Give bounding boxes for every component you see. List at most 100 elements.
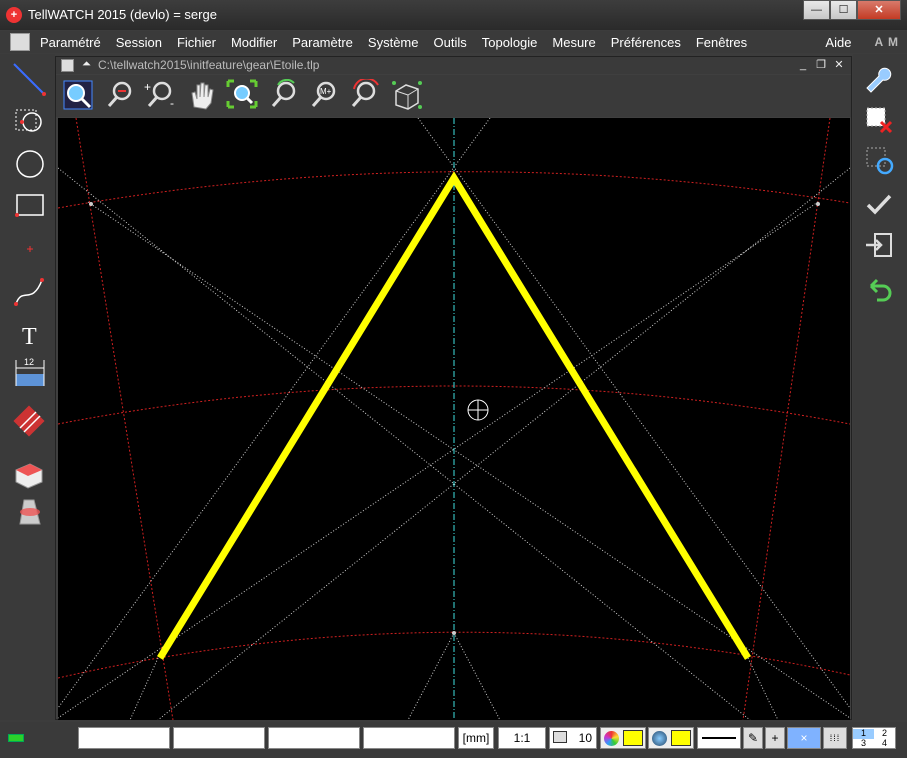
menu-outils[interactable]: Outils [434, 35, 467, 50]
undo-icon[interactable] [863, 274, 895, 306]
line-color-swatch [671, 730, 691, 746]
extrude-tool-icon[interactable] [10, 454, 50, 492]
viewport-3[interactable]: 3 [853, 738, 874, 749]
menu-bar: Paramétré Session Fichier Modifier Param… [0, 31, 907, 53]
document-path: C:\tellwatch2015\initfeature\gear\Etoile… [98, 58, 320, 72]
layer-count: 10 [578, 731, 592, 745]
app-logo-icon[interactable] [10, 33, 30, 51]
grid-dots-icon[interactable]: ⁞⁞⁞ [823, 727, 847, 749]
status-bar: [mm] 1:1 10 ✎ + × ⁞⁞⁞ 1 2 3 4 [0, 722, 907, 758]
menu-mesure[interactable]: Mesure [552, 35, 595, 50]
viewport-layout-selector[interactable]: 1 2 3 4 [852, 727, 896, 749]
layers-icon [553, 731, 567, 743]
spline-tool-icon[interactable] [10, 272, 50, 310]
zoom-memory-icon[interactable]: M+ [308, 79, 342, 111]
minimize-button[interactable]: — [803, 0, 830, 20]
zoom-fit-icon[interactable] [226, 79, 260, 111]
check-icon[interactable] [863, 188, 895, 220]
menu-parametre-2[interactable]: Paramètre [292, 35, 353, 50]
menu-topologie[interactable]: Topologie [482, 35, 538, 50]
maximize-button[interactable]: ☐ [830, 0, 857, 20]
document-restore-button[interactable]: ❐ [813, 58, 829, 72]
zoom-rotate-icon[interactable] [348, 77, 382, 111]
node-left [89, 202, 93, 206]
drawing-svg [57, 117, 851, 721]
swiss-cross-icon[interactable]: + [6, 7, 22, 23]
revolve-tool-icon[interactable] [10, 490, 50, 528]
zoom-out-icon[interactable] [104, 79, 138, 111]
construction-line-7 [407, 632, 455, 721]
document-close-button[interactable]: ✕ [831, 58, 847, 72]
hatch-tool-icon[interactable] [10, 402, 50, 440]
line-style-preview [702, 737, 736, 739]
document-titlebar: ⏶ C:\tellwatch2015\initfeature\gear\Etoi… [56, 57, 851, 74]
menu-systeme[interactable]: Système [368, 35, 419, 50]
delete-selection-icon[interactable] [863, 104, 895, 136]
close-button[interactable]: ✕ [857, 0, 901, 20]
menu-preferences[interactable]: Préférences [611, 35, 681, 50]
crosshair-cursor [467, 399, 489, 421]
construction-line-5 [417, 117, 851, 709]
node-right [816, 202, 820, 206]
line-tool-icon[interactable] [10, 60, 50, 98]
menu-modifier[interactable]: Modifier [231, 35, 277, 50]
right-toolbar [853, 54, 907, 720]
refresh-selection-icon[interactable] [863, 144, 895, 176]
status-indicator [8, 734, 24, 742]
drawing-canvas[interactable] [57, 117, 851, 721]
node-bottom [452, 631, 456, 635]
menu-fichier[interactable]: Fichier [177, 35, 216, 50]
pen-tool-icon[interactable]: ✎ [743, 727, 763, 749]
menu-aide[interactable]: Aide [825, 35, 851, 50]
point-circle-tool-icon[interactable] [10, 104, 50, 142]
view-toolbar: + - M+ [56, 75, 851, 117]
svg-text:+: + [144, 80, 151, 94]
zoom-window-icon[interactable] [62, 79, 96, 111]
layer-color-swatch [623, 730, 643, 746]
rectangle-tool-icon[interactable] [10, 187, 50, 225]
menu-session[interactable]: Session [116, 35, 162, 50]
zoom-previous-icon[interactable] [268, 78, 302, 111]
line-style-field[interactable] [697, 727, 741, 749]
circle-tool-icon[interactable] [10, 145, 50, 183]
document-system-icon[interactable] [61, 59, 74, 72]
wrench-icon[interactable] [863, 66, 895, 98]
menu-parametre[interactable]: Paramétré [40, 35, 101, 50]
construction-line-2 [157, 167, 851, 721]
dimension-tool-icon[interactable]: 12 [10, 354, 50, 392]
text-tool-icon[interactable]: T [10, 316, 50, 354]
radial-line-left [75, 117, 174, 721]
collapse-icon[interactable]: ⏶ [82, 58, 91, 71]
import-icon[interactable] [863, 229, 895, 261]
layer-color-field[interactable] [600, 727, 646, 749]
status-field-4 [363, 727, 455, 749]
point-tool-icon[interactable] [10, 230, 50, 268]
status-field-3 [268, 727, 360, 749]
unit-field[interactable]: [mm] [458, 727, 494, 749]
construction-line-10 [747, 657, 779, 721]
construction-line-9 [129, 657, 159, 721]
globe-icon [652, 731, 667, 746]
layer-count-field[interactable]: 10 [549, 727, 597, 749]
menu-fenetres[interactable]: Fenêtres [696, 35, 747, 50]
svg-text:M+: M+ [320, 87, 332, 96]
document-minimize-button[interactable]: _ [795, 58, 811, 72]
viewport-4[interactable]: 4 [874, 738, 895, 749]
3d-view-cube-icon[interactable] [390, 79, 424, 111]
color-wheel-icon [604, 731, 619, 746]
svg-text:-: - [170, 96, 174, 110]
document-window: ⏶ C:\tellwatch2015\initfeature\gear\Etoi… [55, 56, 852, 721]
svg-text:12: 12 [24, 357, 34, 367]
scale-field[interactable]: 1:1 [498, 727, 546, 749]
snap-mode-button[interactable]: × [787, 727, 821, 749]
construction-line-1 [57, 167, 751, 721]
application-window: + TellWATCH 2015 (devlo) = serge — ☐ ✕ P… [0, 0, 907, 758]
pan-hand-icon[interactable] [186, 79, 220, 111]
crosshair-snap-icon[interactable]: + [765, 727, 785, 749]
title-bar: + TellWATCH 2015 (devlo) = serge — ☐ ✕ [0, 0, 907, 30]
window-title: TellWATCH 2015 (devlo) = serge [28, 7, 217, 22]
zoom-in-out-icon[interactable]: + - [144, 79, 178, 111]
construction-line-8 [453, 632, 501, 721]
line-color-field[interactable] [648, 727, 694, 749]
svg-text:T: T [22, 324, 37, 350]
